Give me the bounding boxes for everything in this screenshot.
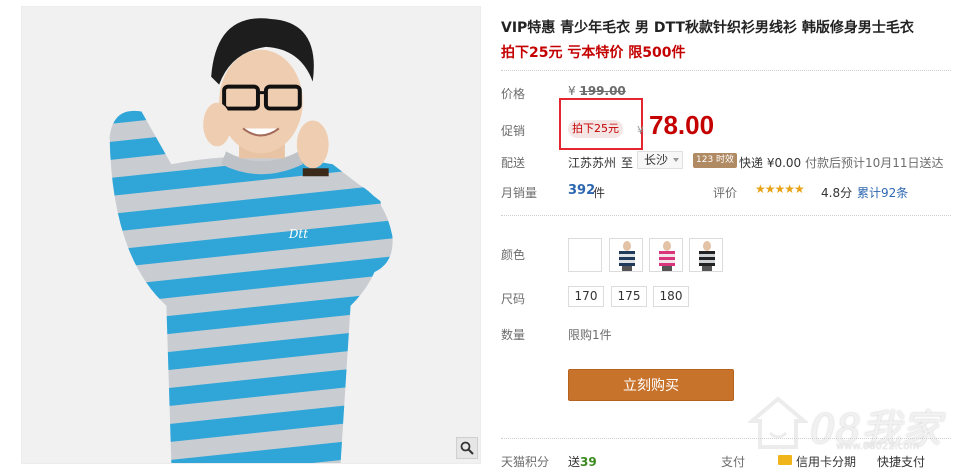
points-info: 送39	[568, 453, 597, 470]
product-image-gallery[interactable]: Dtt	[21, 6, 481, 464]
promo-label: 促销	[501, 124, 526, 138]
chevron-down-icon	[673, 158, 680, 162]
original-price-value: 199.00	[579, 84, 626, 98]
original-price: ¥ 199.00	[568, 84, 626, 98]
size-option-180[interactable]: 180	[653, 286, 689, 307]
watermark-url: www.08022.com	[836, 441, 920, 452]
size-option-175[interactable]: 175	[611, 286, 647, 307]
payment-label: 支付	[721, 455, 746, 469]
product-photo: Dtt	[22, 7, 480, 463]
ship-eta: 付款后预计10月11日送达	[805, 156, 944, 170]
sweater-logo: Dtt	[288, 227, 308, 241]
points-label: 天猫积分	[501, 455, 550, 469]
ship-method: 快递 ¥0.00	[739, 156, 802, 170]
delivery-time-badge: 123 时效	[693, 153, 738, 168]
color-swatch-white[interactable]	[568, 238, 602, 272]
points-value: 39	[580, 455, 597, 469]
size-label: 尺码	[501, 292, 526, 306]
sales-unit: 件	[593, 186, 606, 200]
ship-to-word: 至	[621, 156, 634, 170]
promo-price: 78.00	[649, 110, 715, 140]
size-option-170[interactable]: 170	[568, 286, 604, 307]
points-send-word: 送	[568, 455, 581, 469]
rating-stars-icon: ★★★★★	[755, 182, 805, 196]
price-label: 价格	[501, 87, 526, 101]
rating-score: 4.8分	[821, 186, 853, 200]
sales-label: 月销量	[501, 186, 538, 200]
product-subtitle: 拍下25元 亏本特价 限500件	[501, 45, 686, 61]
ship-label: 配送	[501, 156, 526, 170]
ship-from: 江苏苏州	[568, 156, 617, 170]
quantity-label: 数量	[501, 328, 526, 342]
color-swatch-black-stripe[interactable]	[689, 238, 723, 272]
rating-label: 评价	[713, 186, 738, 200]
color-label: 颜色	[501, 248, 526, 262]
review-count-link[interactable]: 累计92条	[857, 184, 908, 201]
quantity-limit: 限购1件	[568, 328, 612, 342]
product-title: VIP特惠 青少年毛衣 男 DTT秋款针织衫男线衫 韩版修身男士毛衣	[501, 20, 914, 36]
promo-yen-sign: ¥	[637, 124, 644, 137]
destination-value: 长沙	[644, 153, 669, 167]
buy-now-button[interactable]: 立刻购买	[568, 369, 734, 401]
destination-select[interactable]: 长沙	[637, 151, 684, 169]
divider	[501, 215, 951, 216]
divider	[501, 70, 951, 71]
sales-count: 392	[568, 183, 596, 198]
shipping-info: 快递 ¥0.00 付款后预计10月11日送达	[739, 154, 944, 171]
color-swatch-pink-stripe[interactable]	[649, 238, 683, 272]
promo-tag: 拍下25元	[568, 120, 623, 138]
site-watermark: 08我家 www.08022.com	[746, 393, 948, 459]
zoom-icon[interactable]	[456, 437, 478, 459]
yen-sign: ¥	[568, 84, 576, 98]
color-swatch-navy-stripe[interactable]	[609, 238, 643, 272]
house-icon	[746, 396, 810, 449]
